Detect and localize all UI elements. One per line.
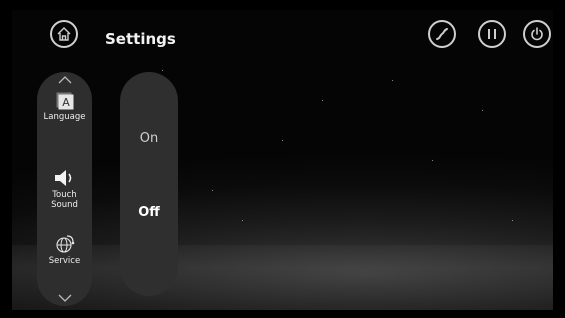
menu-item-touch-sound[interactable]: Touch Sound [37, 169, 92, 210]
sound-options-panel: On Off [120, 72, 178, 296]
option-on[interactable]: On [120, 131, 178, 146]
menu-item-label: Service [48, 256, 81, 266]
settings-menu: A Language Touch Sound Service [37, 72, 92, 306]
power-button[interactable] [523, 20, 551, 48]
star [482, 110, 483, 111]
pause-button[interactable] [478, 20, 506, 48]
star [242, 220, 243, 221]
menu-item-service[interactable]: Service [37, 234, 92, 266]
star [512, 220, 513, 221]
power-icon [531, 27, 543, 41]
star [282, 140, 283, 141]
star [212, 190, 213, 191]
horizon-glow [12, 245, 553, 310]
home-button[interactable] [50, 20, 78, 48]
menu-item-label: Language [43, 112, 86, 122]
star [162, 70, 163, 71]
service-globe-icon [55, 235, 74, 253]
settings-screen: Settings A Language Touch Sound Service … [12, 10, 553, 310]
language-icon: A [56, 92, 73, 110]
svg-text:A: A [62, 96, 70, 109]
star [322, 100, 323, 101]
home-icon [57, 27, 71, 41]
massage-mode-button[interactable] [428, 20, 456, 48]
scroll-up-button[interactable] [58, 76, 72, 84]
pause-icon [488, 29, 496, 39]
star [432, 160, 433, 161]
scroll-down-button[interactable] [58, 294, 72, 302]
option-off[interactable]: Off [120, 205, 178, 220]
page-title: Settings [105, 30, 176, 48]
menu-item-language[interactable]: A Language [37, 92, 92, 122]
speaker-icon [54, 170, 71, 186]
star [392, 80, 393, 81]
menu-item-label: Touch Sound [51, 190, 78, 210]
massage-curve-icon [436, 28, 448, 40]
